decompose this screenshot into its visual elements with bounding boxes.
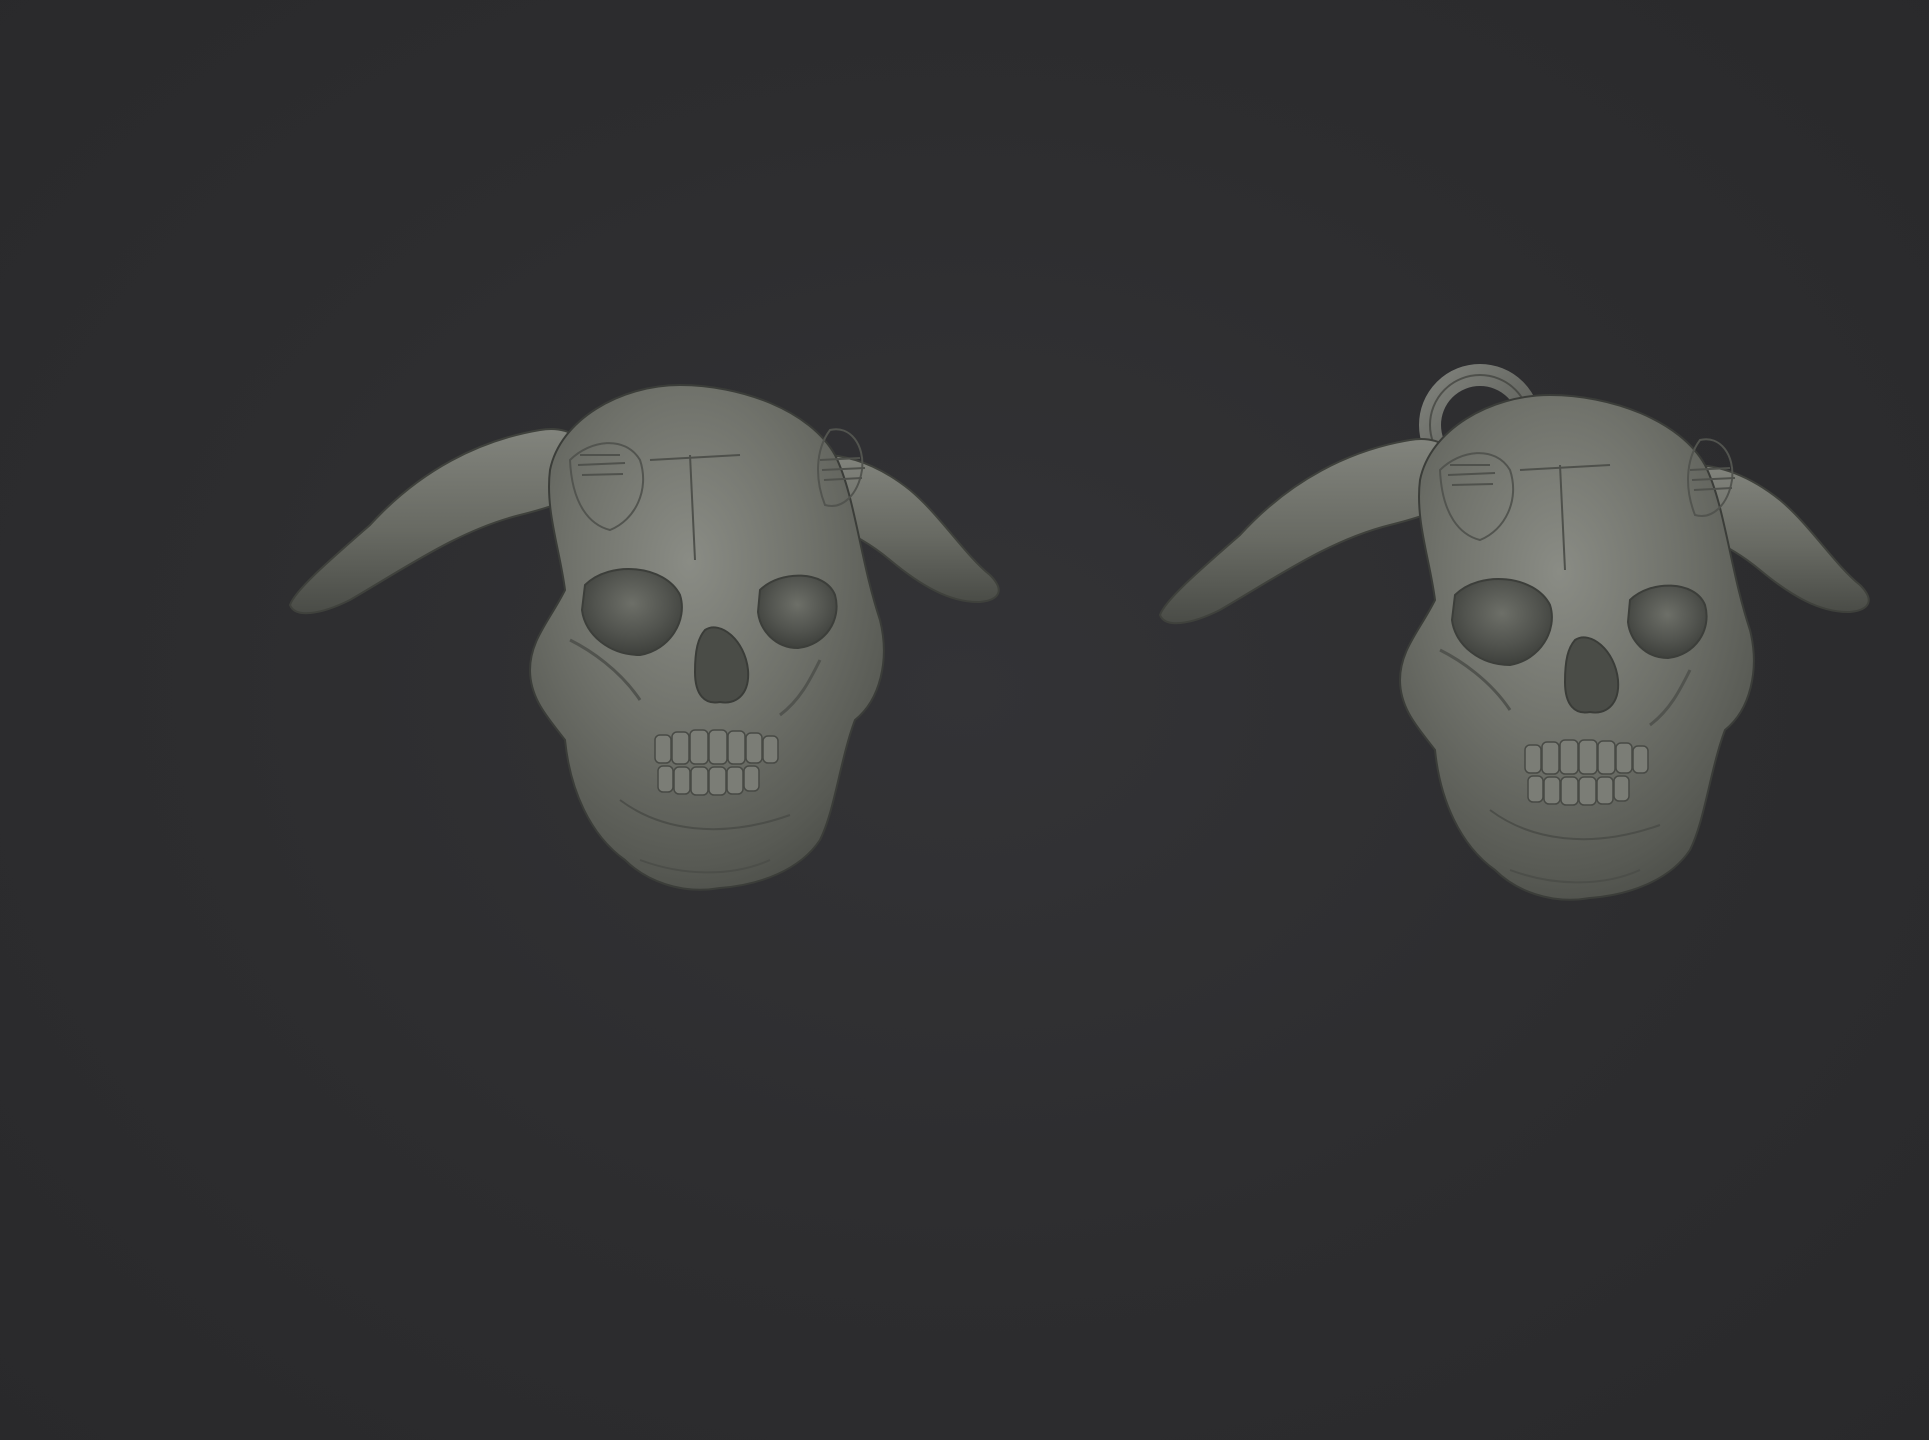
horned-skull-pendant-render <box>1158 364 1871 902</box>
render-viewport <box>0 0 1929 1440</box>
skull-model-with-bail <box>1000 0 1929 1440</box>
